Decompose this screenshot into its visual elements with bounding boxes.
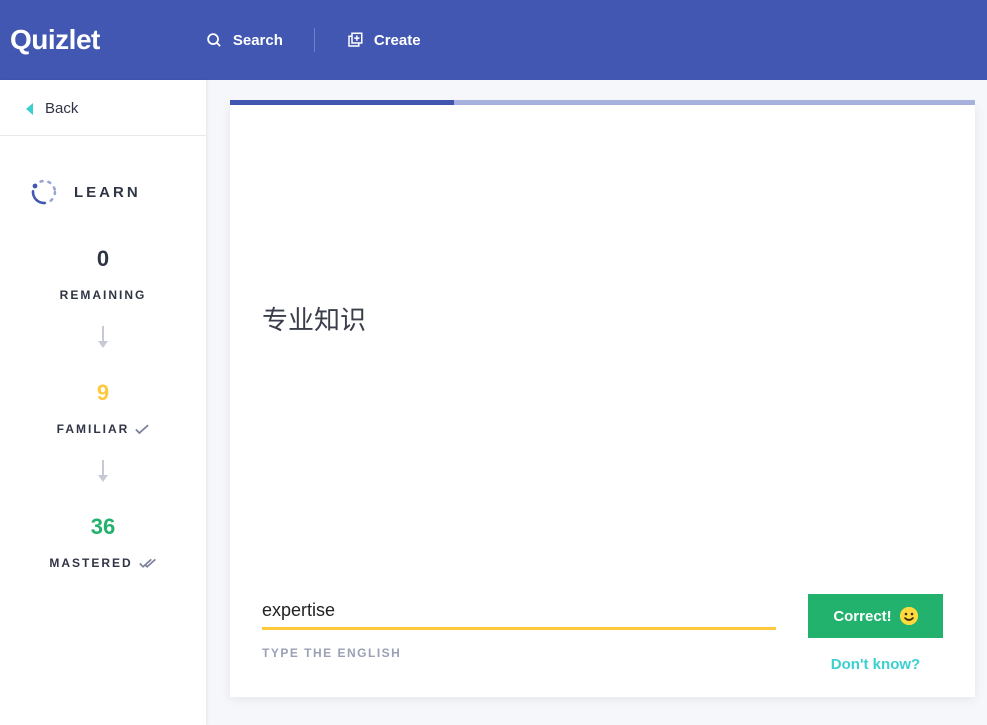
familiar-count: 9: [0, 380, 206, 406]
search-label: Search: [233, 32, 283, 49]
prompt-text: 专业知识: [262, 105, 943, 337]
mastered-count: 36: [0, 514, 206, 540]
answer-input[interactable]: [262, 594, 776, 630]
create-icon: [346, 31, 364, 49]
familiar-block: 9 FAMILIAR: [0, 370, 206, 436]
double-check-icon: [139, 558, 157, 569]
dont-know-link[interactable]: Don't know?: [831, 656, 920, 673]
nav-divider: [314, 28, 315, 52]
familiar-label: FAMILIAR: [0, 422, 206, 436]
back-button[interactable]: Back: [0, 80, 206, 136]
logo[interactable]: Quizlet: [10, 24, 100, 56]
mastered-label: MASTERED: [0, 556, 206, 570]
top-nav: Quizlet Search Create: [0, 0, 987, 80]
back-arrow-icon: [26, 103, 33, 115]
learn-title: LEARN: [74, 184, 141, 201]
smiley-icon: [900, 607, 918, 625]
create-nav[interactable]: Create: [330, 23, 437, 57]
mastered-block: 36 MASTERED: [0, 504, 206, 570]
correct-button[interactable]: Correct!: [808, 594, 943, 638]
learn-header: LEARN: [0, 136, 206, 236]
create-label: Create: [374, 32, 421, 49]
main-area: 专业知识 TYPE THE ENGLISH Correct! Don: [206, 80, 987, 725]
search-nav[interactable]: Search: [190, 24, 299, 57]
learn-icon: [30, 178, 58, 206]
arrow-down-icon: [102, 326, 104, 344]
remaining-block: 0 REMAINING: [0, 236, 206, 302]
remaining-count: 0: [0, 246, 206, 272]
correct-label: Correct!: [833, 608, 891, 625]
search-icon: [206, 32, 223, 49]
sidebar: Back LEARN 0 REMAINING 9 FAMILIAR 36 MAS…: [0, 80, 206, 725]
arrow-down-icon: [102, 460, 104, 478]
back-label: Back: [45, 100, 78, 117]
flashcard: 专业知识 TYPE THE ENGLISH Correct! Don: [230, 105, 975, 697]
check-icon: [135, 424, 149, 435]
input-hint: TYPE THE ENGLISH: [262, 646, 776, 660]
remaining-label: REMAINING: [0, 288, 206, 302]
